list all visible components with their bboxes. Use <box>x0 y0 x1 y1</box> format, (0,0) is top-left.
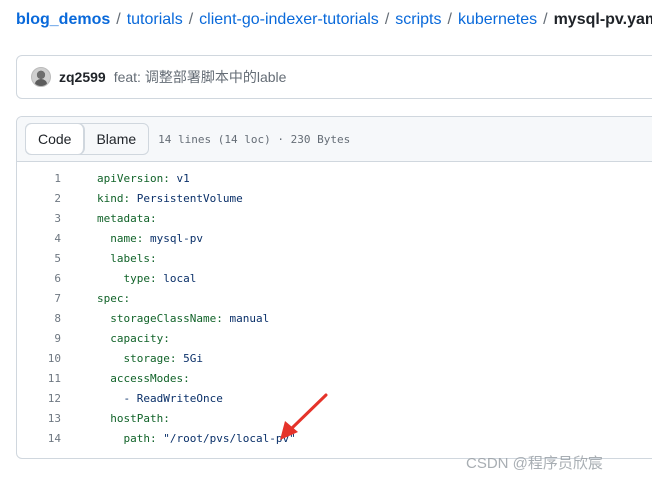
line-content: storage: 5Gi <box>97 349 203 369</box>
line-content: type: local <box>97 269 197 289</box>
yaml-key: kind: <box>97 192 131 205</box>
breadcrumb-scripts-link[interactable]: scripts <box>395 11 441 28</box>
line-number[interactable]: 7 <box>17 289 97 309</box>
code-line: 14 path: "/root/pvs/local-pv" <box>17 429 652 449</box>
code-line: 4 name: mysql-pv <box>17 229 652 249</box>
yaml-key: type: <box>123 272 157 285</box>
yaml-value: PersistentVolume <box>130 192 243 205</box>
code-line: 11 accessModes: <box>17 369 652 389</box>
line-number[interactable]: 10 <box>17 349 97 369</box>
tab-blame[interactable]: Blame <box>84 124 148 154</box>
line-number[interactable]: 9 <box>17 329 97 349</box>
line-number[interactable]: 8 <box>17 309 97 329</box>
current-file-name: mysql-pv.yaml <box>553 11 652 28</box>
view-mode-toggle: Code Blame <box>25 123 150 155</box>
breadcrumb: blog_demos / tutorials / client-go-indexer-t… <box>16 10 652 30</box>
breadcrumb-tutorials-link[interactable]: tutorials <box>127 11 183 28</box>
tab-code[interactable]: Code <box>26 124 85 154</box>
code-line: 13 hostPath: <box>17 409 652 429</box>
line-content: spec: <box>97 289 130 309</box>
yaml-key: storage: <box>123 352 177 365</box>
file-header: Code Blame 14 lines (14 loc) · 230 Bytes <box>17 117 652 162</box>
line-number[interactable]: 12 <box>17 389 97 409</box>
line-number[interactable]: 3 <box>17 209 97 229</box>
yaml-value: "/root/pvs/local-pv" <box>156 432 296 445</box>
code-line: 9 capacity: <box>17 329 652 349</box>
yaml-key: labels: <box>110 252 157 265</box>
line-content: hostPath: <box>97 409 170 429</box>
breadcrumb-separator: / <box>447 11 452 28</box>
line-number[interactable]: 4 <box>17 229 97 249</box>
yaml-value: v1 <box>169 172 190 185</box>
breadcrumb-separator: / <box>384 11 390 28</box>
yaml-value: local <box>156 272 197 285</box>
code-line: 8 storageClassName: manual <box>17 309 652 329</box>
code-line: 3 metadata: <box>17 209 652 229</box>
yaml-key: path: <box>123 432 157 445</box>
line-number[interactable]: 2 <box>17 189 97 209</box>
code-line: 7 spec: <box>17 289 652 309</box>
line-number[interactable]: 6 <box>17 269 97 289</box>
code-line: 2 kind: PersistentVolume <box>17 189 652 209</box>
breadcrumb-kubernetes-link[interactable]: kubernetes <box>458 11 537 28</box>
commit-author[interactable]: zq2599 <box>59 69 106 85</box>
yaml-key: storageClassName: <box>110 312 223 325</box>
code-line: 12 - ReadWriteOnce <box>17 389 652 409</box>
yaml-value: 5Gi <box>176 352 203 365</box>
yaml-key: spec: <box>97 292 131 305</box>
line-number[interactable]: 11 <box>17 369 97 389</box>
code-line: 6 type: local <box>17 269 652 289</box>
yaml-key: metadata: <box>97 212 157 225</box>
yaml-key: apiVersion: <box>97 172 170 185</box>
line-content: accessModes: <box>97 369 190 389</box>
line-content: path: "/root/pvs/local-pv" <box>97 429 296 449</box>
commit-message[interactable]: feat: 调整部署脚本中的lable <box>114 67 287 87</box>
line-content: - ReadWriteOnce <box>97 389 223 409</box>
file-viewer: Code Blame 14 lines (14 loc) · 230 Bytes… <box>16 116 652 459</box>
yaml-key: hostPath: <box>110 412 170 425</box>
code-view: 1 apiVersion: v1 2 kind: PersistentVolume 3 m… <box>17 169 652 449</box>
yaml-key: capacity: <box>110 332 170 345</box>
latest-commit-bar: zq2599 feat: 调整部署脚本中的lable <box>16 55 652 99</box>
breadcrumb-separator: / <box>543 11 548 28</box>
yaml-value: - ReadWriteOnce <box>123 392 223 405</box>
annotation-arrow-icon <box>280 393 328 440</box>
breadcrumb-separator: / <box>188 11 194 28</box>
yaml-value: mysql-pv <box>143 232 203 245</box>
line-number[interactable]: 14 <box>17 429 97 449</box>
yaml-key: name: <box>110 232 144 245</box>
breadcrumb-separator: / <box>116 11 121 28</box>
file-info: 14 lines (14 loc) · 230 Bytes <box>158 132 351 146</box>
breadcrumb-repo-link[interactable]: blog_demos <box>16 11 110 28</box>
line-content: apiVersion: v1 <box>97 169 190 189</box>
code-line: 5 labels: <box>17 249 652 269</box>
avatar[interactable] <box>31 67 51 87</box>
line-number[interactable]: 13 <box>17 409 97 429</box>
line-number[interactable]: 5 <box>17 249 97 269</box>
line-content: kind: PersistentVolume <box>97 189 243 209</box>
yaml-key: accessModes: <box>110 372 190 385</box>
line-content: metadata: <box>97 209 157 229</box>
code-line: 1 apiVersion: v1 <box>17 169 652 189</box>
line-number[interactable]: 1 <box>17 169 97 189</box>
line-content: storageClassName: manual <box>97 309 269 329</box>
yaml-value: manual <box>222 312 270 325</box>
watermark: CSDN @程序员欣宸 <box>466 455 603 472</box>
breadcrumb-client-go-link[interactable]: client-go-indexer-tutorials <box>199 11 379 28</box>
line-content: capacity: <box>97 329 170 349</box>
line-content: labels: <box>97 249 157 269</box>
code-line: 10 storage: 5Gi <box>17 349 652 369</box>
line-content: name: mysql-pv <box>97 229 203 249</box>
